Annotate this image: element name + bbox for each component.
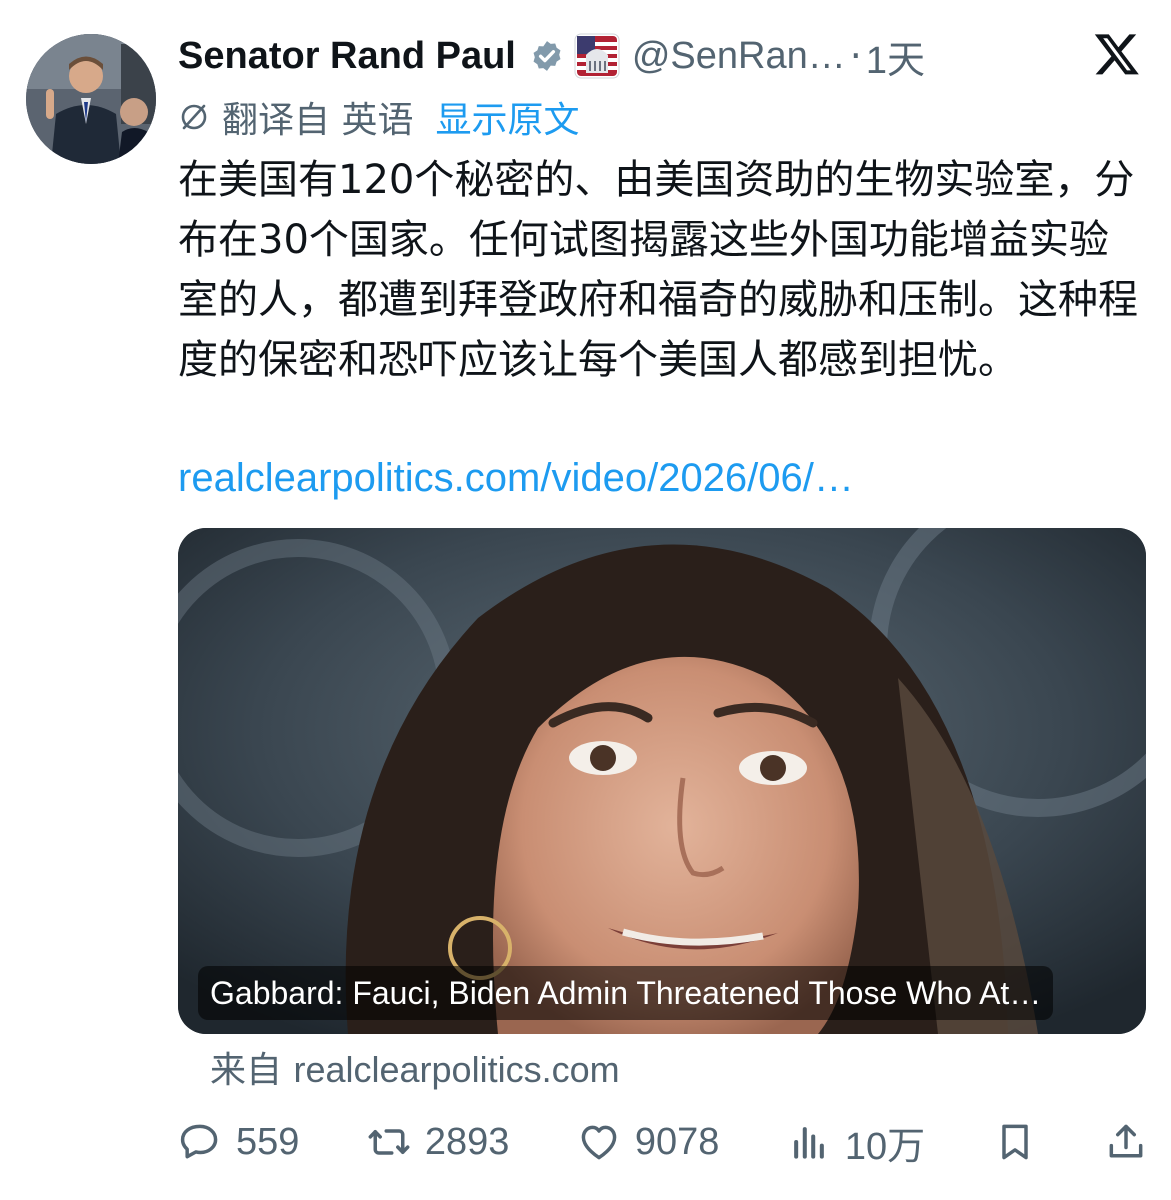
card-source-domain: realclearpolitics.com [293, 1049, 620, 1090]
reply-count: 559 [236, 1120, 300, 1163]
card-title: Gabbard: Fauci, Biden Admin Threatened T… [198, 966, 1054, 1020]
tweet-timestamp[interactable]: 1天 [866, 29, 925, 84]
tweet-link[interactable]: realclearpolitics.com/video/2026/06/… [178, 448, 1148, 508]
retweet-count: 2893 [424, 1120, 510, 1163]
share-icon [1109, 1124, 1143, 1158]
card-source-prefix: 来自 [210, 1050, 283, 1091]
card-source[interactable]: 来自 realclearpolitics.com [210, 1044, 620, 1096]
tweet-body: 在美国有120个秘密的、由美国资助的生物实验室，分布在30个国家。任何试图揭露这… [178, 157, 1138, 383]
reply-icon [180, 1124, 218, 1159]
x-logo-icon [1093, 30, 1141, 78]
translate-icon [178, 101, 210, 133]
translated-from-label: 翻译自 英语 [222, 100, 414, 141]
link-preview-card[interactable]: Gabbard: Fauci, Biden Admin Threatened T… [178, 528, 1146, 1034]
reply-button[interactable]: 559 [178, 1120, 299, 1164]
heart-icon [581, 1125, 617, 1160]
retweet-button[interactable]: 2893 [367, 1120, 510, 1164]
tweet-actions-bar: 559 2893 9078 10万 [178, 1112, 1148, 1172]
views-button[interactable]: 10万 [787, 1115, 925, 1170]
header-separator: · [849, 34, 862, 78]
show-original-link[interactable]: 显示原文 [435, 91, 579, 143]
bookmark-button[interactable] [993, 1120, 1037, 1164]
translation-row: 翻译自 英语 显示原文 [178, 92, 579, 142]
us-capitol-flag-icon [574, 33, 620, 79]
like-button[interactable]: 9078 [577, 1120, 720, 1164]
bookmark-icon [1001, 1124, 1028, 1160]
author-handle[interactable]: @SenRan… [632, 35, 846, 78]
views-chart-icon [793, 1127, 824, 1159]
author-display-name[interactable]: Senator Rand Paul [178, 35, 516, 78]
retweet-icon [368, 1129, 410, 1155]
views-count: 10万 [844, 1125, 926, 1168]
like-count: 9078 [634, 1120, 720, 1163]
verified-badge-icon [530, 39, 564, 73]
card-thumbnail-image [178, 528, 1146, 1034]
share-button[interactable] [1104, 1120, 1148, 1164]
author-avatar[interactable] [26, 34, 156, 164]
tweet-header: Senator Rand Paul @SenRan… · 1天 [178, 28, 1051, 84]
